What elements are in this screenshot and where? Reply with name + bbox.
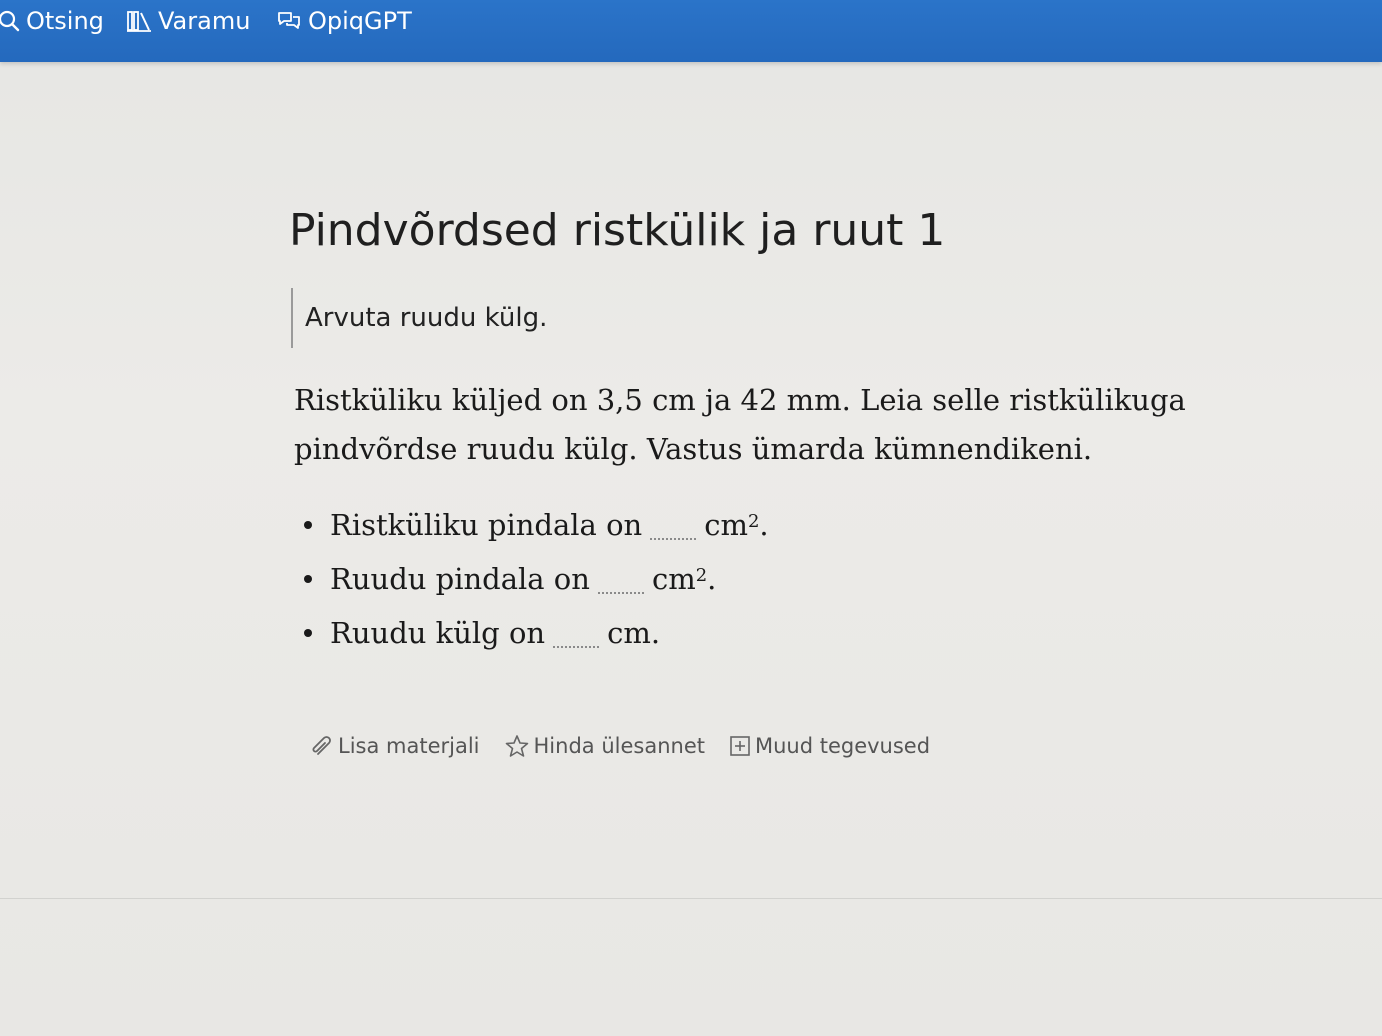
answer-item-square-side: Ruudu külg on cm.	[304, 606, 769, 660]
other-actions-button[interactable]: Muud tegevused	[729, 734, 930, 758]
problem-line-2: pindvõrdse ruudu külg. Vastus ümarda küm…	[294, 432, 1093, 466]
answer-suffix: .	[707, 562, 717, 596]
answer-list: Ristküliku pindala on cm 2. Ruudu pindala…	[304, 498, 769, 660]
section-divider	[0, 898, 1382, 899]
nav-library[interactable]: Varamu	[126, 4, 250, 38]
answer-unit: cm.	[607, 616, 661, 650]
task-instruction: Arvuta ruudu külg.	[291, 288, 547, 348]
problem-text: Ristküliku küljed on 3,5 cm ja 42 mm. Le…	[294, 376, 1194, 474]
answer-unit: cm	[651, 562, 696, 596]
chat-icon	[278, 12, 300, 29]
nav-search[interactable]: Otsing	[0, 4, 104, 38]
answer-prefix: Ruudu pindala on	[330, 562, 590, 596]
top-navigation-bar: Otsing Varamu OpiqGPT	[0, 0, 1382, 62]
bullet	[304, 575, 312, 583]
task-actions: Lisa materjali Hinda ülesannet Muud tege…	[310, 734, 954, 758]
nav-library-label: Varamu	[158, 7, 251, 35]
nav-opiqgpt[interactable]: OpiqGPT	[276, 4, 412, 38]
search-icon	[0, 10, 20, 32]
rectangle-area-input[interactable]	[650, 510, 697, 540]
add-material-button[interactable]: Lisa materjali	[310, 734, 480, 758]
answer-item-rectangle-area: Ristküliku pindala on cm 2.	[304, 498, 769, 552]
answer-prefix: Ristküliku pindala on	[330, 508, 643, 542]
answer-suffix: .	[759, 508, 769, 542]
nav-opiqgpt-label: OpiqGPT	[308, 7, 412, 35]
instruction-text: Arvuta ruudu külg.	[305, 303, 548, 333]
square-side-input[interactable]	[553, 618, 600, 648]
problem-line-1: Ristküliku küljed on 3,5 cm ja 42 mm. Le…	[294, 383, 1186, 417]
answer-unit: cm	[704, 508, 748, 542]
add-material-label: Lisa materjali	[338, 734, 480, 758]
rate-task-button[interactable]: Hinda ülesannet	[504, 734, 705, 758]
square-area-input[interactable]	[597, 564, 644, 594]
answer-prefix: Ruudu külg on	[330, 616, 546, 650]
plus-box-icon	[730, 736, 750, 756]
bullet	[304, 521, 312, 529]
answer-exponent: 2	[747, 510, 760, 532]
star-icon	[505, 735, 528, 757]
bullet	[304, 629, 312, 637]
library-icon	[127, 11, 151, 32]
answer-item-square-area: Ruudu pindala on cm 2.	[304, 552, 769, 606]
other-actions-label: Muud tegevused	[754, 734, 931, 758]
rate-task-label: Hinda ülesannet	[533, 734, 705, 758]
paperclip-icon	[312, 736, 331, 755]
nav-search-label: Otsing	[26, 7, 104, 35]
page-title: Pindvõrdsed ristkülik ja ruut 1	[289, 205, 946, 256]
answer-exponent: 2	[695, 564, 708, 586]
